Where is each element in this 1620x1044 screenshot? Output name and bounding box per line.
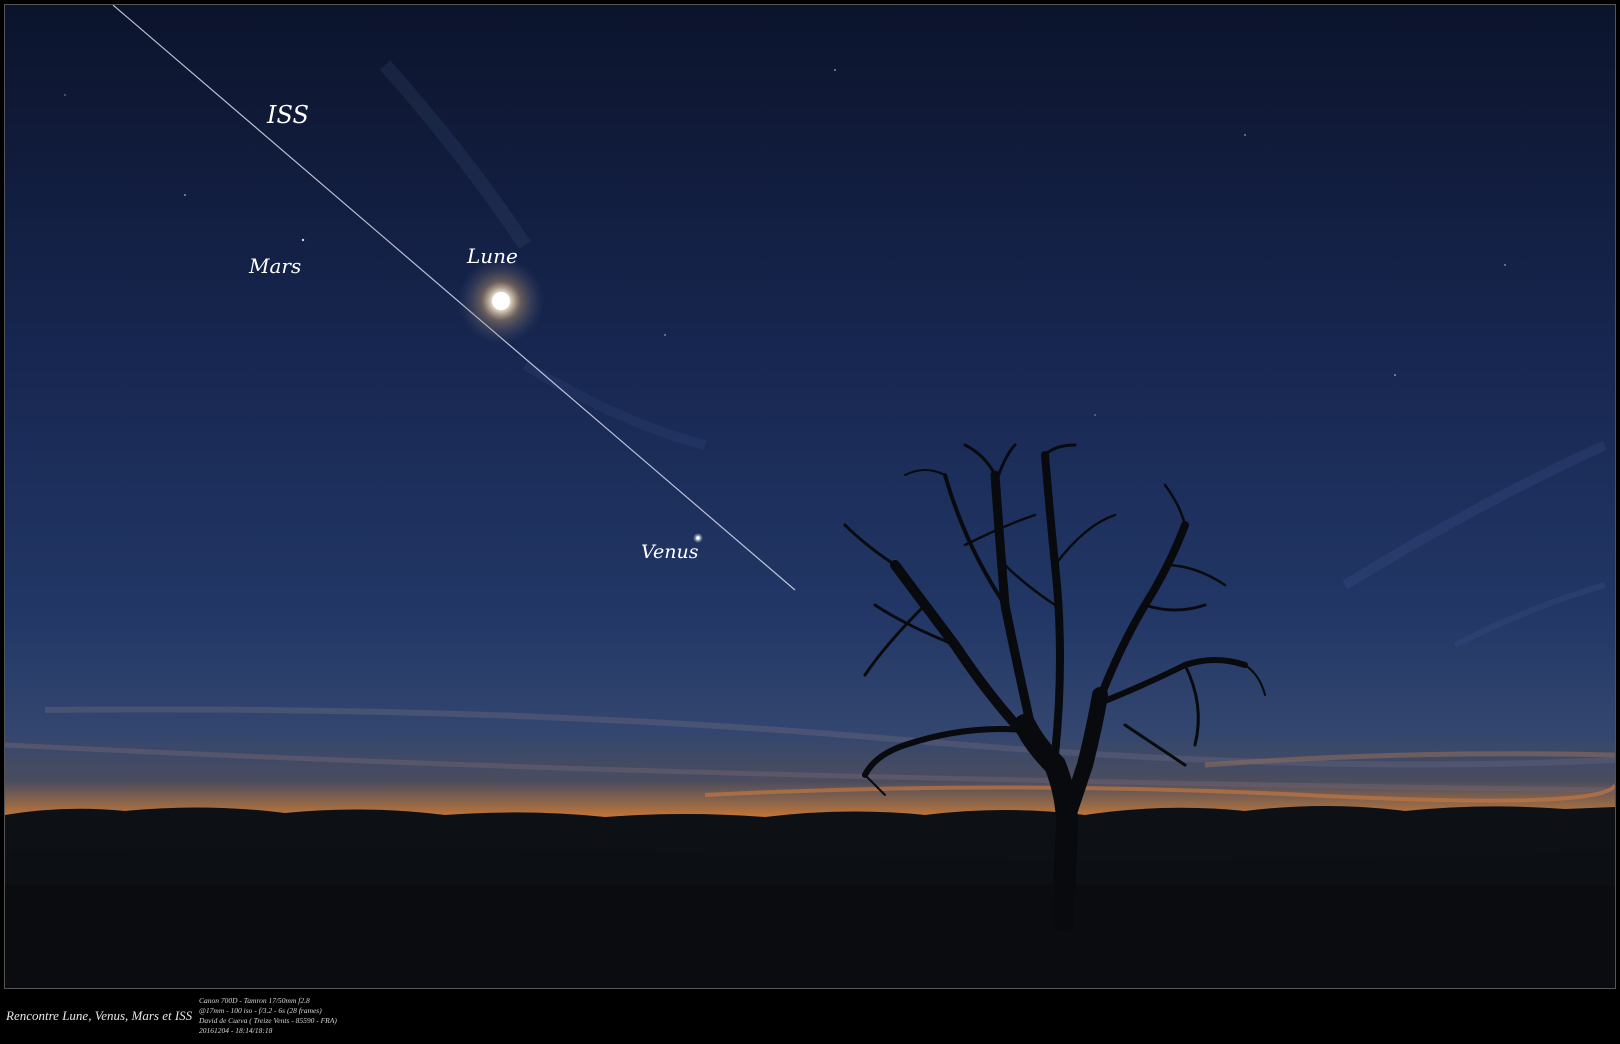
caption-meta: Canon 700D - Tamron 17/50mm f2.8 @17mm -…	[199, 996, 337, 1036]
label-lune: Lune	[466, 244, 518, 268]
night-sky-photo: ISS Mars Lune Venus	[4, 4, 1616, 989]
label-venus: Venus	[641, 541, 699, 563]
caption-meta-line: @17mm - 100 iso - f/3.2 - 6s (28 frames)	[199, 1006, 322, 1015]
sky-scene: ISS Mars Lune Venus	[5, 5, 1615, 988]
venus-dot	[696, 536, 700, 540]
label-mars: Mars	[248, 254, 301, 278]
caption-bar: Rencontre Lune, Venus, Mars et ISS Canon…	[0, 990, 1620, 1044]
moon	[492, 292, 510, 310]
label-iss: ISS	[266, 101, 309, 129]
caption-meta-line: David de Cueva ( Treize Vents - 85590 - …	[199, 1016, 337, 1025]
caption-title: Rencontre Lune, Venus, Mars et ISS	[6, 1008, 193, 1023]
caption-meta-line: Canon 700D - Tamron 17/50mm f2.8	[199, 996, 310, 1005]
caption-meta-line: 20161204 - 18:14/18:18	[199, 1026, 273, 1035]
image-frame: ISS Mars Lune Venus Rencontre Lune, Venu…	[0, 0, 1620, 1044]
